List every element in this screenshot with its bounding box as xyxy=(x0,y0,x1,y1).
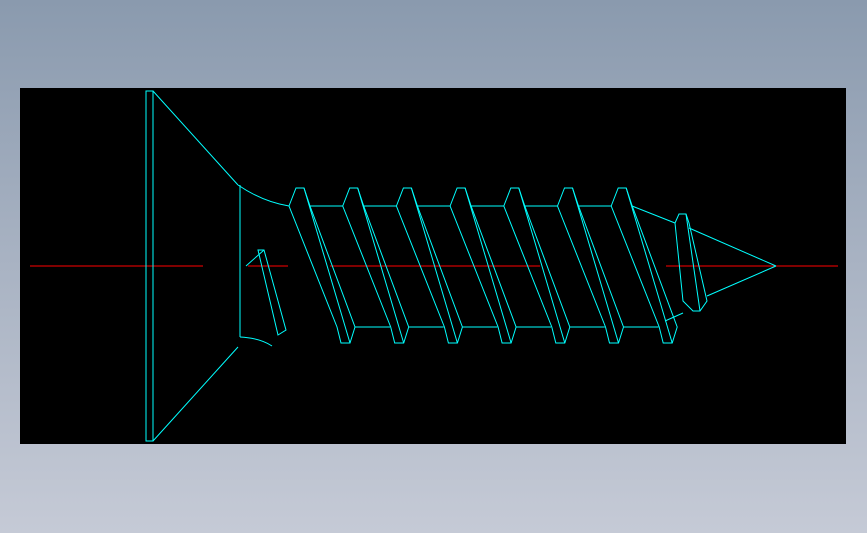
thread-flank-7 xyxy=(625,187,673,344)
point-lower-edge xyxy=(706,265,777,297)
thread-flank-6 xyxy=(572,187,619,344)
taper-root-top xyxy=(631,205,676,224)
head-fillet-lower xyxy=(239,336,273,347)
head-cone-upper xyxy=(152,90,239,186)
cad-viewport[interactable] xyxy=(20,88,846,444)
screw-drawing xyxy=(30,90,838,442)
point-upper-edge xyxy=(688,227,777,267)
thread-partial-start xyxy=(257,249,287,336)
head-cone-lower xyxy=(152,346,239,442)
head-fillet-upper xyxy=(237,184,290,207)
